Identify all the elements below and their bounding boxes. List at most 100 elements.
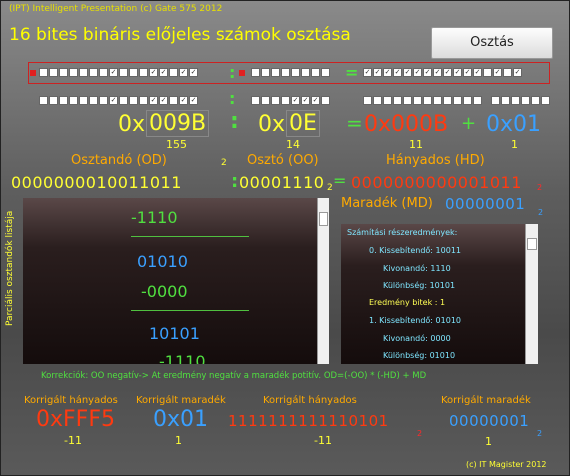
bit-checkbox[interactable]: ✓ bbox=[109, 68, 118, 77]
bit-checkbox[interactable] bbox=[423, 96, 432, 105]
bit-checkbox[interactable] bbox=[89, 96, 98, 105]
bit-checkbox[interactable] bbox=[453, 96, 462, 105]
bit-checkbox[interactable] bbox=[139, 96, 148, 105]
bit-checkbox[interactable]: ✓ bbox=[513, 68, 522, 77]
panel-line: -0000 bbox=[141, 282, 188, 301]
bit-checkbox[interactable]: ✓ bbox=[311, 96, 320, 105]
bit-checkbox[interactable] bbox=[483, 68, 492, 77]
bit-checkbox[interactable] bbox=[373, 96, 382, 105]
bit-checkbox[interactable] bbox=[49, 96, 58, 105]
bit-checkbox[interactable] bbox=[119, 96, 128, 105]
scroll-thumb[interactable] bbox=[319, 212, 328, 226]
bit-checkbox[interactable] bbox=[531, 96, 540, 105]
bit-checkbox[interactable]: ✓ bbox=[189, 96, 198, 105]
bit-checkbox[interactable]: ✓ bbox=[393, 68, 402, 77]
bit-checkbox[interactable] bbox=[511, 96, 520, 105]
bit-checkbox[interactable]: ✓ bbox=[159, 68, 168, 77]
divide-button[interactable]: Osztás bbox=[431, 27, 553, 59]
bit-checkbox[interactable] bbox=[39, 96, 48, 105]
bit-checkbox[interactable] bbox=[413, 96, 422, 105]
bit-checkbox[interactable] bbox=[281, 96, 290, 105]
bit-checkbox[interactable] bbox=[169, 96, 178, 105]
bit-checkbox[interactable] bbox=[311, 68, 320, 77]
bit-checkbox[interactable] bbox=[59, 68, 68, 77]
bit-checkbox[interactable] bbox=[59, 96, 68, 105]
bit-checkbox[interactable]: ✓ bbox=[443, 68, 452, 77]
dividend-bits-row1: ✓ ✓ ✓ ✓ ✓ bbox=[39, 68, 198, 77]
results-line: Kivonandó: 0000 bbox=[383, 334, 451, 343]
bit-checkbox[interactable] bbox=[433, 96, 442, 105]
bit-checkbox[interactable] bbox=[541, 96, 550, 105]
bit-checkbox[interactable]: ✓ bbox=[291, 96, 300, 105]
left-panel-scrollbar[interactable] bbox=[317, 198, 329, 364]
footer-copyright: (c) IT Magister 2012 bbox=[466, 460, 547, 469]
colon-sign-3: : bbox=[230, 109, 239, 134]
bit-checkbox[interactable] bbox=[473, 96, 482, 105]
bit-checkbox[interactable] bbox=[261, 96, 270, 105]
bit-checkbox[interactable] bbox=[503, 68, 512, 77]
bit-checkbox[interactable] bbox=[129, 96, 138, 105]
bit-checkbox[interactable]: ✓ bbox=[403, 68, 412, 77]
bit-checkbox[interactable] bbox=[271, 68, 280, 77]
bit-checkbox[interactable]: ✓ bbox=[109, 96, 118, 105]
bit-checkbox[interactable] bbox=[521, 96, 530, 105]
bit-checkbox[interactable]: ✓ bbox=[179, 68, 188, 77]
bit-checkbox[interactable]: ✓ bbox=[189, 68, 198, 77]
bit-checkbox[interactable] bbox=[403, 96, 412, 105]
bit-checkbox[interactable]: ✓ bbox=[149, 96, 158, 105]
right-panel-scrollbar[interactable] bbox=[525, 224, 538, 364]
bit-checkbox[interactable]: ✓ bbox=[383, 68, 392, 77]
bit-checkbox[interactable] bbox=[261, 68, 270, 77]
bit-checkbox[interactable]: ✓ bbox=[463, 68, 472, 77]
quotient-decimal: 11 bbox=[409, 138, 423, 151]
bit-checkbox[interactable] bbox=[169, 68, 178, 77]
divisor-hex-input[interactable]: 0E bbox=[286, 110, 320, 137]
bit-checkbox[interactable] bbox=[119, 68, 128, 77]
bit-checkbox[interactable]: ✓ bbox=[159, 96, 168, 105]
bit-checkbox[interactable] bbox=[271, 96, 280, 105]
bit-checkbox[interactable]: ✓ bbox=[363, 68, 372, 77]
bit-checkbox[interactable] bbox=[49, 68, 58, 77]
bit-checkbox[interactable]: ✓ bbox=[473, 68, 482, 77]
bit-checkbox[interactable]: ✓ bbox=[493, 68, 502, 77]
bit-checkbox[interactable] bbox=[69, 96, 78, 105]
corrected-remainder-hex: 0x01 bbox=[153, 407, 209, 432]
bit-checkbox[interactable] bbox=[463, 96, 472, 105]
bit-checkbox[interactable] bbox=[89, 68, 98, 77]
bit-checkbox[interactable] bbox=[99, 68, 108, 77]
bit-checkbox[interactable]: ✓ bbox=[373, 68, 382, 77]
bit-checkbox[interactable]: ✓ bbox=[423, 68, 432, 77]
bit-checkbox[interactable] bbox=[39, 68, 48, 77]
bit-checkbox[interactable] bbox=[443, 96, 452, 105]
remainder-bits-row2 bbox=[491, 96, 550, 105]
bit-checkbox[interactable] bbox=[291, 68, 300, 77]
bit-checkbox[interactable] bbox=[79, 96, 88, 105]
bit-checkbox[interactable] bbox=[301, 68, 310, 77]
divisor-binary: 00001110 bbox=[239, 173, 325, 192]
bit-checkbox[interactable] bbox=[383, 96, 392, 105]
bit-checkbox[interactable] bbox=[139, 68, 148, 77]
bit-checkbox[interactable] bbox=[99, 96, 108, 105]
bit-checkbox[interactable] bbox=[491, 96, 500, 105]
bit-checkbox[interactable]: ✓ bbox=[301, 96, 310, 105]
bit-checkbox[interactable] bbox=[281, 68, 290, 77]
bit-checkbox[interactable] bbox=[69, 68, 78, 77]
scroll-thumb[interactable] bbox=[527, 238, 537, 250]
bit-checkbox[interactable]: ✓ bbox=[453, 68, 462, 77]
bit-checkbox[interactable] bbox=[251, 68, 260, 77]
bit-checkbox[interactable] bbox=[251, 96, 260, 105]
dividend-hex-input[interactable]: 009B bbox=[146, 110, 210, 137]
main-window: (IPT) Intelligent Presentation (c) Gate … bbox=[0, 0, 570, 476]
bit-checkbox[interactable] bbox=[321, 68, 330, 77]
bit-checkbox[interactable]: ✓ bbox=[149, 68, 158, 77]
bit-checkbox[interactable]: ✓ bbox=[413, 68, 422, 77]
bit-checkbox[interactable] bbox=[321, 96, 330, 105]
bit-checkbox[interactable] bbox=[363, 96, 372, 105]
bit-checkbox[interactable] bbox=[501, 96, 510, 105]
bit-checkbox[interactable] bbox=[129, 68, 138, 77]
bit-checkbox[interactable] bbox=[393, 96, 402, 105]
remainder-binary-base: 2 bbox=[538, 208, 544, 217]
bit-checkbox[interactable]: ✓ bbox=[179, 96, 188, 105]
bit-checkbox[interactable]: ✓ bbox=[433, 68, 442, 77]
bit-checkbox[interactable] bbox=[79, 68, 88, 77]
